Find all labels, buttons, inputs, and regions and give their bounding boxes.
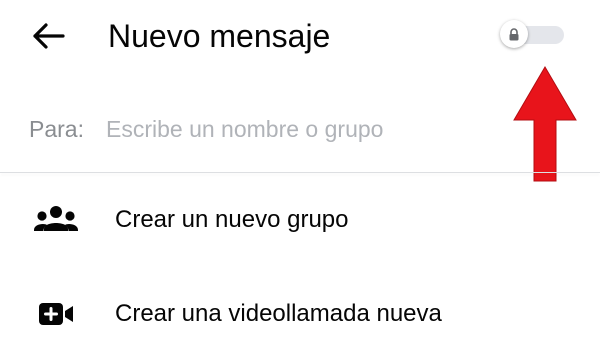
new-message-screen: Nuevo mensaje Para: Escribe un nombre o … <box>0 0 600 350</box>
group-people-icon <box>34 204 78 236</box>
recipient-search-input[interactable] <box>106 110 506 148</box>
secret-conversation-toggle[interactable] <box>500 20 564 48</box>
toggle-knob <box>500 20 528 48</box>
create-video-call-label: Crear una videollamada nueva <box>115 300 442 327</box>
divider <box>0 172 600 173</box>
lock-icon <box>509 27 519 40</box>
create-group-item[interactable]: Crear un nuevo grupo <box>0 188 600 252</box>
video-plus-icon <box>34 298 78 330</box>
arrow-left-icon <box>33 23 65 49</box>
recipient-label: Para: <box>29 116 84 142</box>
recipient-row: Para: <box>0 104 600 154</box>
back-button[interactable] <box>28 16 68 56</box>
create-group-label: Crear un nuevo grupo <box>115 206 349 233</box>
page-title: Nuevo mensaje <box>108 18 331 54</box>
create-video-call-item[interactable]: Crear una videollamada nueva <box>0 282 600 346</box>
